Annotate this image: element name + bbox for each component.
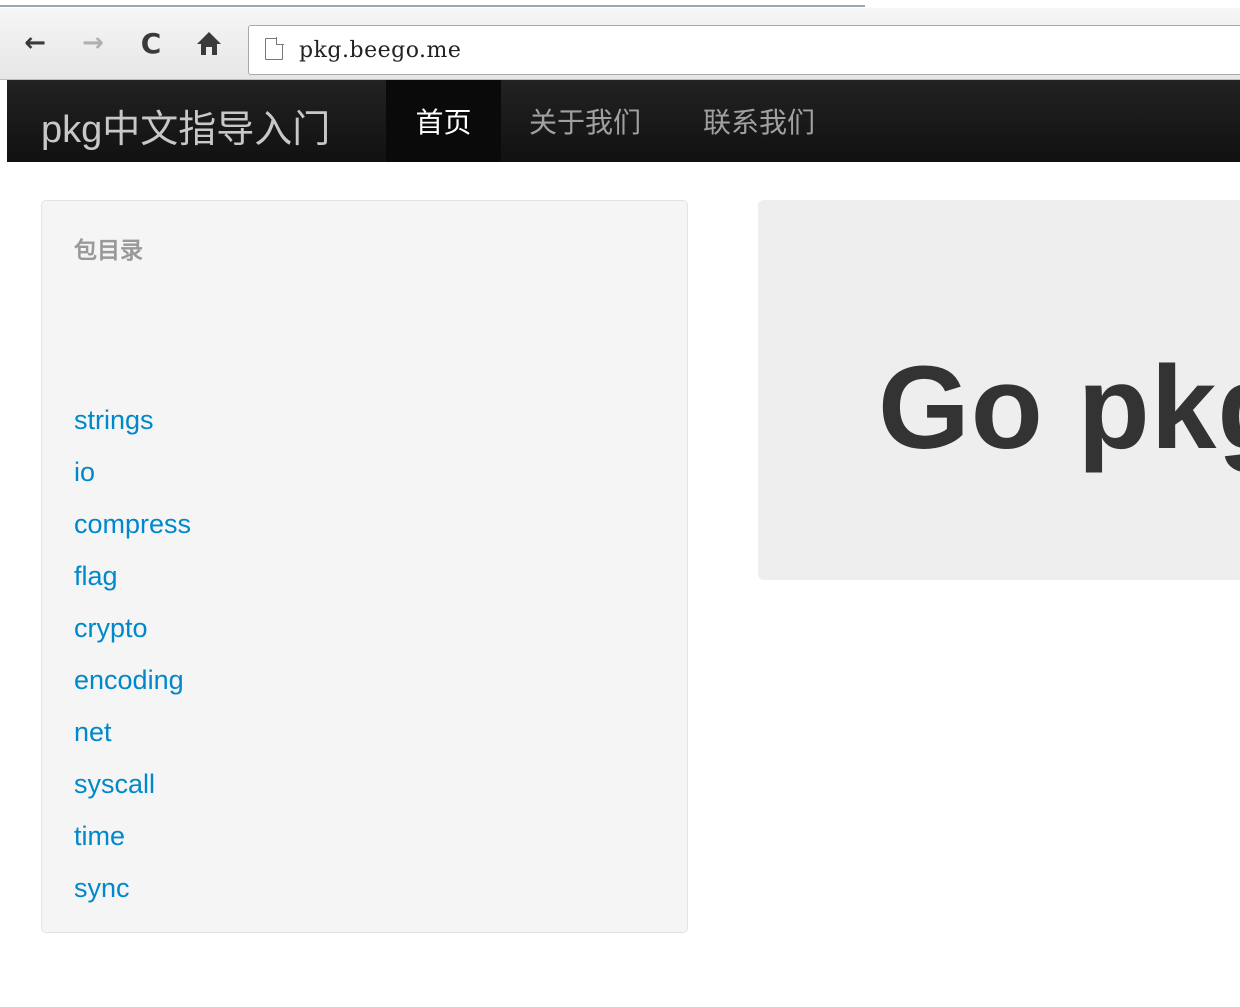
nav-item-about[interactable]: 关于我们 <box>529 80 641 162</box>
hero-title: Go pkg <box>878 342 1240 474</box>
package-link-syscall[interactable]: syscall <box>74 769 155 799</box>
package-link-io[interactable]: io <box>74 457 95 487</box>
sidebar-header: 包目录 <box>74 237 143 263</box>
hero-unit: Go pkg <box>758 200 1240 580</box>
address-bar[interactable]: pkg.beego.me <box>248 25 1240 75</box>
package-link-strings[interactable]: strings <box>74 405 154 435</box>
site-navbar: pkg中文指导入门 首页 关于我们 联系我们 <box>7 80 1240 162</box>
brand-link[interactable]: pkg中文指导入门 <box>41 98 330 153</box>
page-icon <box>265 37 284 60</box>
list-item: time <box>74 815 191 867</box>
package-link-encoding[interactable]: encoding <box>74 665 184 695</box>
package-link-net[interactable]: net <box>74 717 112 747</box>
back-icon[interactable]: ← <box>20 28 50 58</box>
list-item: strings <box>74 399 191 451</box>
reload-icon[interactable]: C <box>136 27 166 60</box>
package-link-time[interactable]: time <box>74 821 125 851</box>
home-icon-glyph <box>197 32 221 55</box>
nav-item-home[interactable]: 首页 <box>386 80 501 162</box>
package-list: strings io compress flag crypto encoding… <box>74 399 191 919</box>
list-item: compress <box>74 503 191 555</box>
url-text[interactable]: pkg.beego.me <box>299 38 461 63</box>
package-link-compress[interactable]: compress <box>74 509 191 539</box>
package-link-crypto[interactable]: crypto <box>74 613 148 643</box>
tab-edge <box>0 5 865 7</box>
list-item: sync <box>74 867 191 919</box>
browser-tabstrip <box>0 0 1240 8</box>
package-link-flag[interactable]: flag <box>74 561 118 591</box>
browser-toolbar: ← → C pkg.beego.me <box>0 8 1240 80</box>
list-item: syscall <box>74 763 191 815</box>
forward-icon[interactable]: → <box>78 28 108 58</box>
list-item: io <box>74 451 191 503</box>
list-item: flag <box>74 555 191 607</box>
list-item: encoding <box>74 659 191 711</box>
list-item: net <box>74 711 191 763</box>
package-link-sync[interactable]: sync <box>74 873 130 903</box>
nav-item-contact[interactable]: 联系我们 <box>703 80 815 162</box>
package-sidebar: 包目录 strings io compress flag crypto enco… <box>41 200 688 933</box>
list-item: crypto <box>74 607 191 659</box>
home-icon[interactable] <box>194 28 224 58</box>
